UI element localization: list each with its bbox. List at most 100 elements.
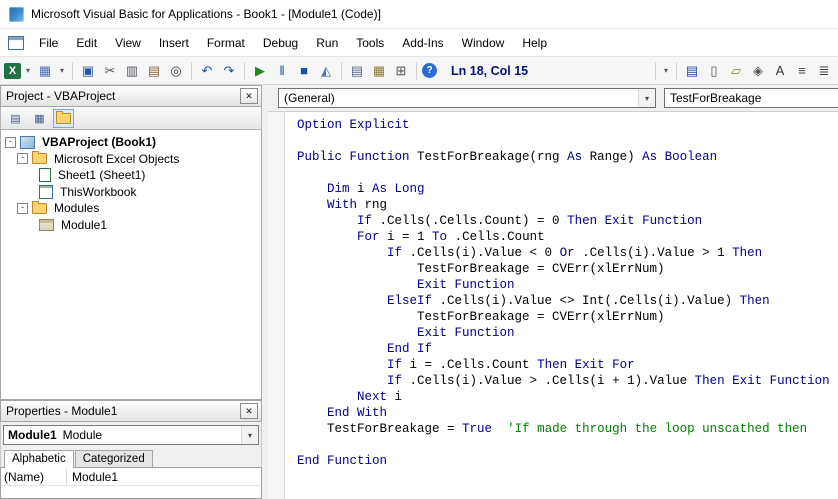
tab-alphabetic[interactable]: Alphabetic: [4, 450, 74, 468]
outdent-icon[interactable]: ≣: [814, 61, 834, 81]
insert-dropdown-icon[interactable]: ▾: [57, 61, 67, 81]
code-line[interactable]: End With: [297, 405, 838, 421]
quick-info-icon[interactable]: ▱: [726, 61, 746, 81]
module-window-icon[interactable]: [8, 35, 24, 50]
tree-item[interactable]: - VBAProject (Book1): [1, 134, 261, 151]
tree-item[interactable]: Sheet1 (Sheet1): [1, 167, 261, 184]
margin-indicator-bar[interactable]: [268, 112, 285, 499]
tree-expander-icon[interactable]: -: [5, 136, 16, 148]
code-line[interactable]: Public Function TestForBreakage(rng As R…: [297, 149, 838, 165]
code-line[interactable]: Option Explicit: [297, 117, 838, 133]
view-object-icon[interactable]: ▦: [29, 109, 50, 128]
menu-item-help[interactable]: Help: [513, 31, 556, 55]
code-line[interactable]: End Function: [297, 453, 838, 469]
help-icon[interactable]: ?: [422, 63, 437, 78]
code-segment: i = 1: [387, 230, 433, 244]
code-line[interactable]: TestForBreakage = True 'If made through …: [297, 421, 838, 437]
code-line[interactable]: TestForBreakage = CVErr(xlErrNum): [297, 309, 838, 325]
object-browser-icon[interactable]: ⊞: [391, 61, 411, 81]
properties-panel-header[interactable]: Properties - Module1 ✕: [0, 400, 262, 422]
code-line[interactable]: For i = 1 To .Cells.Count: [297, 229, 838, 245]
list-constants-icon[interactable]: ▯: [704, 61, 724, 81]
menu-item-tools[interactable]: Tools: [347, 31, 393, 55]
undo-icon[interactable]: ↶: [197, 61, 217, 81]
code-editor[interactable]: Option Explicit Public Function TestForB…: [268, 111, 838, 499]
menu-item-window[interactable]: Window: [453, 31, 514, 55]
list-properties-icon[interactable]: ▤: [682, 61, 702, 81]
project-panel-header[interactable]: Project - VBAProject ✕: [0, 85, 262, 107]
tree-expander-icon[interactable]: -: [17, 153, 28, 165]
code-segment: .Cells(.Cells.Count) = 0: [379, 214, 568, 228]
code-lines[interactable]: Option Explicit Public Function TestForB…: [285, 112, 838, 499]
code-line[interactable]: [297, 437, 838, 453]
view-code-icon[interactable]: ▤: [5, 109, 26, 128]
code-line[interactable]: Exit Function: [297, 325, 838, 341]
tree-item[interactable]: - Modules: [1, 200, 261, 217]
menu-item-addins[interactable]: Add-Ins: [393, 31, 452, 55]
redo-icon[interactable]: ↷: [219, 61, 239, 81]
menu-item-insert[interactable]: Insert: [150, 31, 198, 55]
menu-item-format[interactable]: Format: [198, 31, 254, 55]
tree-item[interactable]: Module1: [1, 217, 261, 234]
reset-icon[interactable]: ■: [294, 61, 314, 81]
property-row[interactable]: (Name) Module1: [1, 468, 261, 486]
code-line[interactable]: If .Cells(.Cells.Count) = 0 Then Exit Fu…: [297, 213, 838, 229]
tree-item[interactable]: - Microsoft Excel Objects: [1, 151, 261, 168]
project-panel-close-icon[interactable]: ✕: [240, 88, 258, 104]
properties-window-icon[interactable]: ▦: [369, 61, 389, 81]
find-icon[interactable]: ◎: [166, 61, 186, 81]
object-dropdown[interactable]: (General) ▾: [278, 88, 656, 108]
code-line[interactable]: Exit Function: [297, 277, 838, 293]
view-excel-dropdown-icon[interactable]: ▾: [23, 61, 33, 81]
chevron-down-icon[interactable]: ▾: [241, 426, 258, 444]
code-line[interactable]: Next i: [297, 389, 838, 405]
procedure-dropdown-value: TestForBreakage: [670, 91, 762, 105]
complete-word-icon[interactable]: A: [770, 61, 790, 81]
code-line[interactable]: If i = .Cells.Count Then Exit For: [297, 357, 838, 373]
code-segment: Exit Function: [417, 326, 515, 340]
chevron-down-icon[interactable]: ▾: [638, 89, 655, 107]
menu-item-run[interactable]: Run: [307, 31, 347, 55]
properties-panel-close-icon[interactable]: ✕: [240, 403, 258, 419]
view-microsoft-excel-icon[interactable]: X: [4, 62, 21, 79]
save-icon[interactable]: ▣: [78, 61, 98, 81]
code-line[interactable]: Dim i As Long: [297, 181, 838, 197]
menu-item-edit[interactable]: Edit: [67, 31, 106, 55]
code-line[interactable]: If .Cells(i).Value < 0 Or .Cells(i).Valu…: [297, 245, 838, 261]
cut-icon[interactable]: ✂: [100, 61, 120, 81]
tree-item-label: Module1: [61, 217, 108, 232]
code-line[interactable]: If .Cells(i).Value > .Cells(i + 1).Value…: [297, 373, 838, 389]
code-line[interactable]: TestForBreakage = CVErr(xlErrNum): [297, 261, 838, 277]
paste-icon[interactable]: ▤: [144, 61, 164, 81]
tab-categorized[interactable]: Categorized: [74, 450, 153, 467]
menu-item-view[interactable]: View: [106, 31, 150, 55]
insert-userform-icon[interactable]: ▦: [35, 61, 55, 81]
project-icon: [20, 135, 35, 149]
design-mode-icon[interactable]: ◭: [316, 61, 336, 81]
code-line[interactable]: End If: [297, 341, 838, 357]
code-segment: .Cells.Count: [454, 230, 545, 244]
tree-item[interactable]: ThisWorkbook: [1, 184, 261, 201]
code-line[interactable]: With rng: [297, 197, 838, 213]
code-line[interactable]: [297, 165, 838, 181]
property-value[interactable]: Module1: [67, 470, 118, 484]
properties-object-selector[interactable]: Module1 Module ▾: [3, 425, 259, 445]
properties-panel: Properties - Module1 ✕ Module1 Module ▾ …: [0, 400, 262, 499]
code-line[interactable]: [297, 133, 838, 149]
code-line[interactable]: ElseIf .Cells(i).Value <> Int(.Cells(i).…: [297, 293, 838, 309]
run-icon[interactable]: ▶: [250, 61, 270, 81]
procedure-dropdown[interactable]: TestForBreakage: [664, 88, 838, 108]
menu-item-file[interactable]: File: [30, 31, 67, 55]
menu-item-debug[interactable]: Debug: [254, 31, 307, 55]
toolbar-options-icon[interactable]: ▾: [661, 61, 671, 81]
copy-icon[interactable]: ▥: [122, 61, 142, 81]
code-segment: If: [387, 358, 410, 372]
project-explorer-icon[interactable]: ▤: [347, 61, 367, 81]
break-icon[interactable]: ‖: [272, 61, 292, 81]
toggle-folders-icon[interactable]: [53, 108, 74, 128]
parameter-info-icon[interactable]: ◈: [748, 61, 768, 81]
indent-icon[interactable]: ≡: [792, 61, 812, 81]
tree-expander-icon[interactable]: -: [17, 202, 28, 214]
property-name: (Name): [1, 468, 67, 485]
